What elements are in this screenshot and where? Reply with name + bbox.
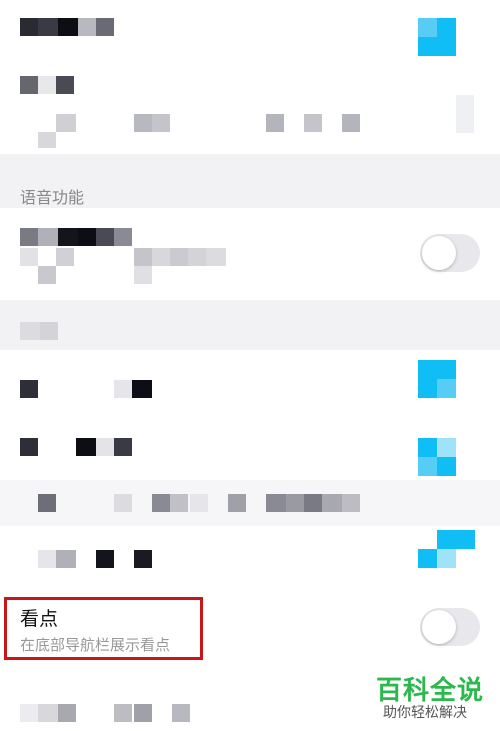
pixelated-text-block [188,248,206,266]
pixelated-text-block [190,494,208,512]
pixelated-text-block [114,380,132,398]
pixelated-text-block [78,18,96,36]
pixelated-text-block [38,18,58,36]
pixelated-text-block [76,438,96,456]
settings-row-1[interactable] [0,0,500,62]
pixelated-text-block [342,114,360,132]
pixelated-text-block [38,228,58,246]
pixelated-text-block [152,248,170,266]
pixelated-text-block [304,114,322,132]
pixelated-text-block [286,494,304,512]
pixelated-text-block [152,494,170,512]
section-header-2 [0,300,500,350]
pixelated-text-block [56,114,76,132]
pixelated-text-block [342,494,360,512]
pixelated-text-block [56,248,74,266]
pixelated-text-block [20,248,38,266]
pixelated-text-block [78,228,96,246]
pixelated-text-block [20,76,38,94]
pixelated-text-block [96,550,114,568]
pixelated-text-block [132,380,152,398]
pixelated-text-block [114,494,132,512]
pixelated-text-block [304,494,322,512]
pixelated-text-block [38,494,56,512]
section-title: 语音功能 [20,188,85,207]
settings-row-4[interactable] [0,350,500,412]
pixelated-text-block [114,438,132,456]
pixelated-text-block [38,550,56,568]
pixelated-text-block [20,380,38,398]
settings-row-2[interactable] [0,62,500,154]
pixelated-text-block [266,114,284,132]
pixelated-text-block [170,248,188,266]
pixelated-text-block [38,76,56,94]
row-indicator [456,95,474,133]
pixelated-text-block [20,322,40,340]
toggle-knob [422,236,456,270]
pixelated-text-block [228,494,246,512]
pixelated-text-block [58,704,76,722]
settings-page: 语音功能 看点 在底部导航栏展示看点 百科全说 助你轻松解决 [0,0,500,731]
voice-toggle[interactable] [420,234,480,272]
section-header-3 [0,480,500,526]
pixelated-text-block [152,114,170,132]
pixelated-text-block [20,438,38,456]
pixelated-text-block [58,18,78,36]
pixelated-text-block [206,248,226,266]
pixelated-text-block [96,18,114,36]
watermark-slogan: 助你轻松解决 [383,705,467,721]
pixelated-text-block [134,704,152,722]
pixelated-text-block [134,114,152,132]
pixelated-text-block [96,438,114,456]
pixelated-text-block [170,494,188,512]
settings-row-6[interactable] [0,526,500,596]
pixelated-text-block [58,228,78,246]
pixelated-text-block [322,494,342,512]
pixelated-text-block [56,76,74,94]
toggle-knob [422,610,456,644]
pixelated-text-block [40,322,58,340]
pixelated-text-block [20,704,38,722]
pixelated-text-block [266,494,286,512]
highlight-box [4,597,203,660]
settings-row-5[interactable] [0,412,500,480]
pixelated-text [20,18,38,36]
pixelated-text-block [56,550,76,568]
pixelated-text-block [134,266,152,284]
pixelated-text-block [38,132,56,148]
pixelated-text-block [38,266,56,284]
settings-row-voice[interactable] [0,208,500,300]
kandian-toggle[interactable] [420,608,480,646]
pixelated-text-block [134,550,152,568]
pixelated-text-block [114,228,132,246]
pixelated-text-block [134,248,152,266]
pixelated-text-block [172,704,190,722]
pixelated-text-block [38,704,58,722]
pixelated-text-block [96,228,114,246]
pixelated-text-block [20,228,38,246]
pixelated-text-block [114,704,132,722]
